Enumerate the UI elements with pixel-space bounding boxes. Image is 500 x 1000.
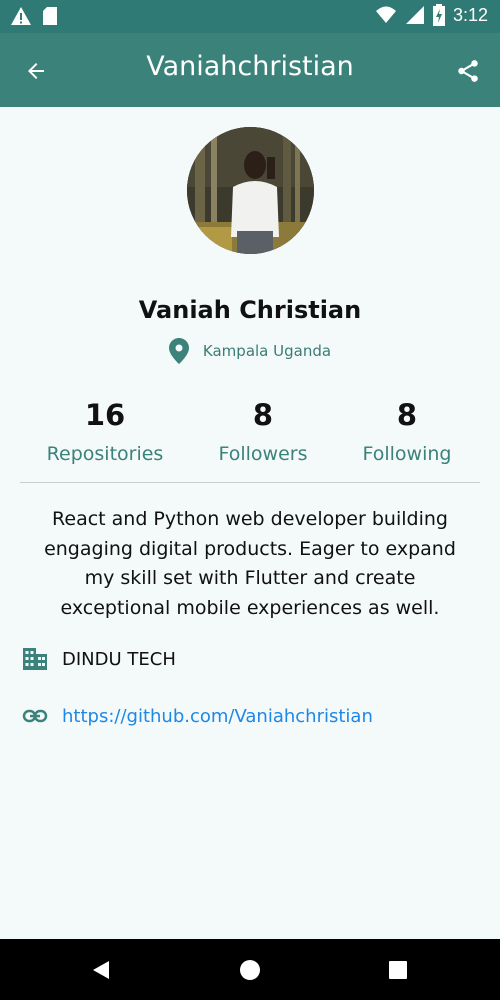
company-row: DINDU TECH <box>22 647 176 671</box>
status-right-icons: 3:12 <box>375 4 488 26</box>
profile-bio: React and Python web developer building … <box>44 508 456 619</box>
stat-label: Followers <box>218 443 308 465</box>
link-row: https://github.com/Vaniahchristian <box>22 704 373 728</box>
link-icon <box>22 709 48 723</box>
stat-followers[interactable]: 8 Followers <box>183 393 343 465</box>
back-triangle-icon <box>93 961 109 979</box>
divider <box>20 482 480 483</box>
nav-home-button[interactable] <box>233 953 267 987</box>
location-row: Kampala Uganda <box>0 338 500 364</box>
status-bar: 3:12 <box>0 0 500 33</box>
github-link[interactable]: https://github.com/Vaniahchristian <box>62 706 373 727</box>
app-bar-title: Vaniahchristian <box>146 51 354 82</box>
nav-recents-button[interactable] <box>381 953 415 987</box>
stat-following[interactable]: 8 Following <box>327 393 487 465</box>
wifi-icon <box>375 6 396 23</box>
location-text: Kampala Uganda <box>202 342 332 360</box>
share-icon <box>458 60 478 82</box>
profile-photo <box>187 127 314 254</box>
stat-value: 8 <box>396 398 418 432</box>
stat-value: 8 <box>252 398 274 432</box>
profile-name: Vaniah Christian <box>138 296 362 324</box>
warning-icon <box>11 7 31 25</box>
status-left-icons <box>10 6 58 26</box>
avatar <box>187 127 314 254</box>
recents-square-icon <box>389 961 407 979</box>
stat-label: Repositories <box>46 443 164 465</box>
status-time: 3:12 <box>452 4 488 25</box>
location-pin-icon <box>168 338 189 364</box>
battery-charging-icon <box>432 4 445 26</box>
business-icon <box>23 648 47 670</box>
share-button[interactable] <box>452 55 484 87</box>
sd-card-icon <box>43 7 57 25</box>
home-circle-icon <box>240 960 260 980</box>
nav-bar <box>0 939 500 1000</box>
nav-back-button[interactable] <box>84 953 118 987</box>
stat-label: Following <box>362 443 452 465</box>
signal-icon <box>405 6 424 24</box>
stats-row: 16 Repositories 8 Followers 8 Following <box>20 393 480 483</box>
stat-repositories[interactable]: 16 Repositories <box>25 393 185 465</box>
stat-value: 16 <box>84 398 126 432</box>
app-bar: Vaniahchristian <box>0 33 500 107</box>
company-text: DINDU TECH <box>62 648 176 670</box>
